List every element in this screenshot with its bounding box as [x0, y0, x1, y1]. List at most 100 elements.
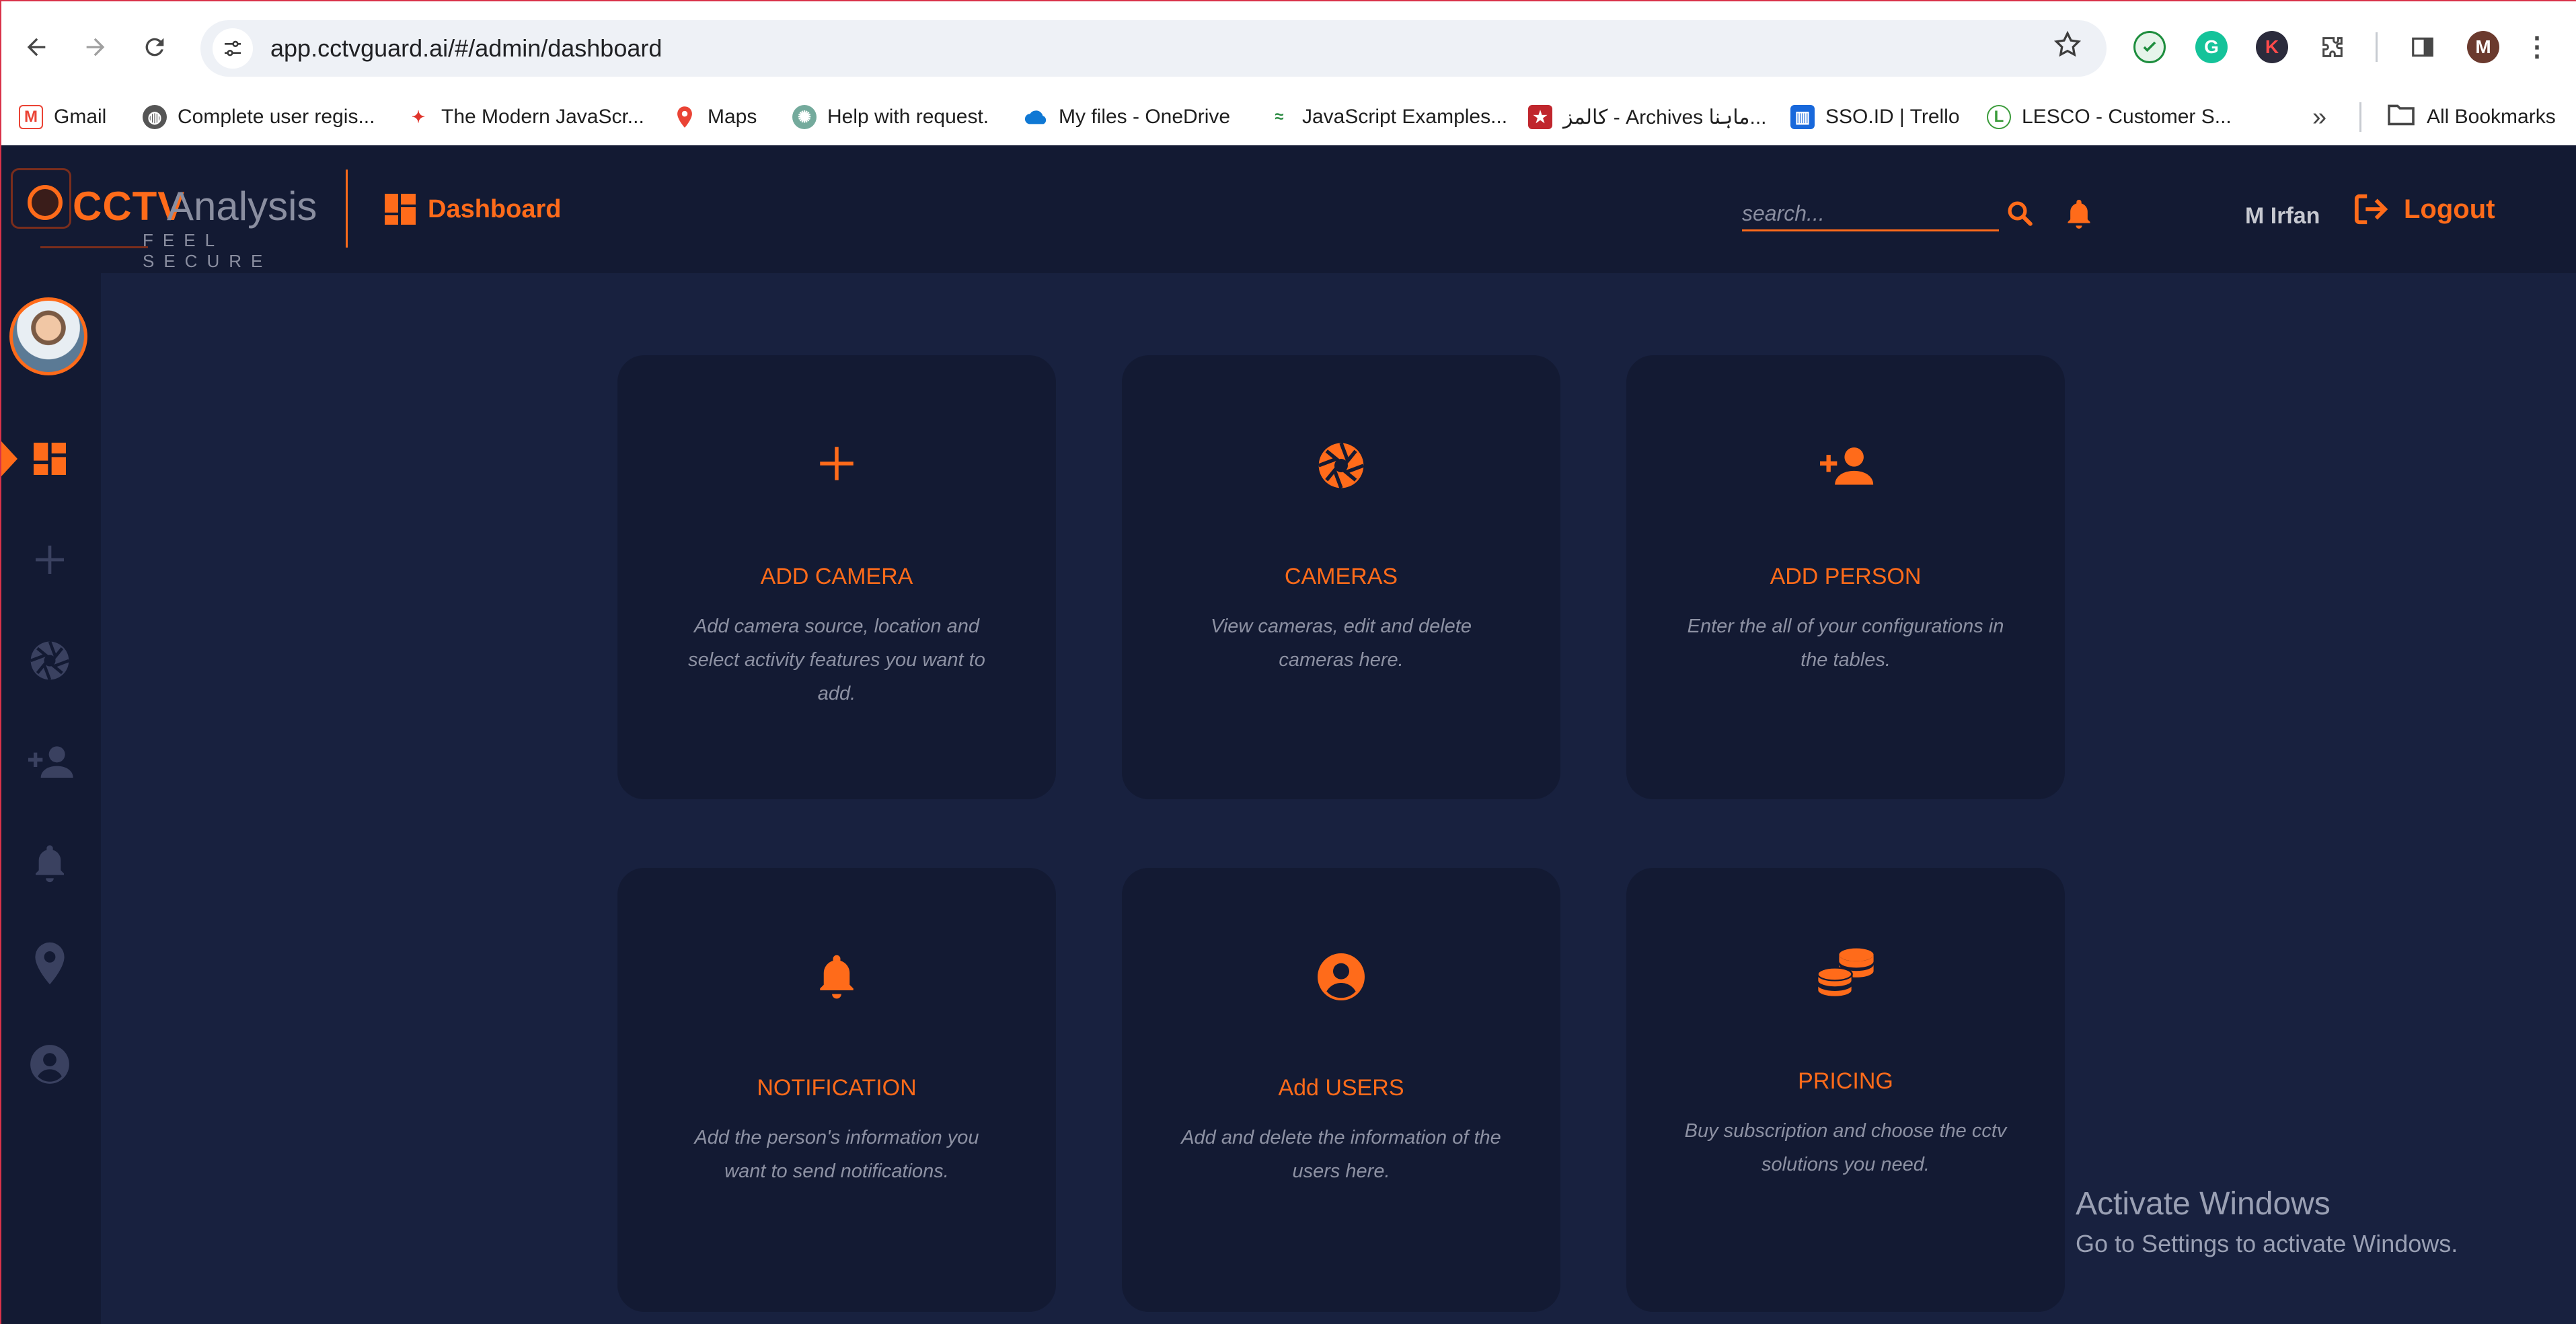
map-pin-icon — [35, 942, 65, 985]
card-notification[interactable]: NOTIFICATION Add the person's informatio… — [617, 868, 1056, 1312]
sidebar-item-notifications[interactable] — [17, 830, 82, 895]
toolbar-separator — [2376, 32, 2378, 62]
header-dashboard-link[interactable]: Dashboard — [385, 194, 561, 225]
chatgpt-icon: ✺ — [792, 105, 817, 129]
bookmark-label: SSO.ID | Trello — [1825, 106, 1960, 128]
card-description: Buy subscription and choose the cctv sol… — [1684, 1120, 2007, 1175]
browser-toolbar: app.cctvguard.ai/#/admin/dashboard G K M… — [1, 1, 2576, 96]
gmail-icon: M — [19, 105, 43, 129]
card-title: PRICING — [1798, 1068, 1893, 1094]
gfg-icon: ≈ — [1267, 105, 1291, 129]
card-description: Add and delete the information of the us… — [1181, 1127, 1501, 1182]
url-text: app.cctvguard.ai/#/admin/dashboard — [270, 34, 662, 62]
profile-avatar[interactable]: M — [2467, 31, 2499, 63]
extension-k-icon[interactable]: K — [2256, 31, 2288, 63]
onedrive-icon — [1024, 105, 1048, 129]
card-add-person[interactable]: ADD PERSON Enter the all of your configu… — [1626, 355, 2065, 799]
coins-icon — [1626, 943, 2065, 1005]
menu-kebab-icon[interactable]: ⋮ — [2521, 31, 2553, 63]
bookmark-label: Gmail — [54, 106, 107, 128]
site-settings-icon[interactable] — [213, 28, 253, 69]
aperture-icon — [1122, 439, 1560, 492]
globe-icon: ◍ — [143, 105, 167, 129]
bookmark-complete-user[interactable]: ◍ Complete user regis... — [143, 97, 375, 137]
user-avatar[interactable] — [9, 297, 87, 375]
logout-icon — [2354, 194, 2388, 225]
header-divider — [346, 170, 348, 248]
back-button[interactable] — [15, 26, 58, 69]
bookmark-trello[interactable]: ▥ SSO.ID | Trello — [1790, 97, 1960, 137]
forward-button[interactable] — [74, 26, 117, 69]
side-panel-icon[interactable] — [2407, 31, 2439, 63]
all-bookmarks-label: All Bookmarks — [2427, 106, 2556, 128]
search-icon[interactable] — [2003, 196, 2037, 230]
arrow-right-icon — [86, 38, 105, 57]
cctv-analysis-logo[interactable]: CCTV Analysis FEEL SECURE — [11, 163, 361, 271]
trello-icon: ▥ — [1790, 105, 1815, 129]
bookmarks-bar: M Gmail ◍ Complete user regis... ✦ The M… — [1, 89, 2576, 145]
card-title: CAMERAS — [1284, 564, 1398, 589]
js-icon: ✦ — [406, 105, 430, 129]
card-description: View cameras, edit and delete cameras he… — [1211, 616, 1472, 671]
sidebar-item-add-person[interactable] — [17, 729, 82, 794]
folder-icon — [2386, 102, 2416, 132]
person-add-icon — [28, 746, 73, 778]
bookmark-star-icon[interactable] — [2053, 30, 2082, 67]
app-header: CCTV Analysis FEEL SECURE Dashboard M Ir… — [1, 145, 2576, 273]
bookmark-modern-js[interactable]: ✦ The Modern JavaScr... — [406, 97, 644, 137]
plus-icon — [36, 546, 64, 574]
sidebar-item-users[interactable] — [17, 1032, 82, 1097]
notifications-bell-icon[interactable] — [2062, 196, 2096, 230]
lesco-icon: L — [1987, 105, 2011, 129]
address-bar[interactable]: app.cctvguard.ai/#/admin/dashboard — [200, 20, 2107, 77]
card-add-camera[interactable]: ADD CAMERA Add camera source, location a… — [617, 355, 1056, 799]
bookmark-label: کالمز - Archives ماہنا... — [1563, 106, 1767, 128]
card-title: NOTIFICATION — [757, 1075, 917, 1101]
sidebar-item-add-camera[interactable] — [17, 527, 82, 592]
page-title: Dashboard — [428, 194, 562, 223]
card-description: Add the person's information you want to… — [694, 1127, 979, 1182]
card-cameras[interactable]: CAMERAS View cameras, edit and delete ca… — [1122, 355, 1560, 799]
account-circle-icon — [1122, 950, 1560, 1004]
bookmark-help-request[interactable]: ✺ Help with request. — [792, 97, 989, 137]
bookmark-gmail[interactable]: M Gmail — [19, 97, 106, 137]
bookmarks-separator — [2359, 102, 2361, 132]
bookmark-label: JavaScript Examples... — [1302, 106, 1508, 128]
bookmark-onedrive[interactable]: My files - OneDrive — [1024, 97, 1230, 137]
search-input[interactable] — [1742, 198, 1999, 231]
reload-button[interactable] — [133, 26, 176, 69]
all-bookmarks-folder[interactable]: All Bookmarks — [2386, 97, 2556, 137]
active-indicator — [1, 441, 17, 476]
card-add-users[interactable]: Add USERS Add and delete the information… — [1122, 868, 1560, 1312]
card-title: Add USERS — [1278, 1075, 1404, 1101]
bookmark-lesco[interactable]: L LESCO - Customer S... — [1987, 97, 2232, 137]
bookmark-archives[interactable]: ★ کالمز - Archives ماہنا... — [1528, 97, 1767, 137]
site-icon: ★ — [1528, 105, 1552, 129]
grammarly-icon[interactable]: G — [2195, 31, 2228, 63]
card-title: ADD CAMERA — [760, 564, 913, 589]
sidebar-item-dashboard[interactable] — [17, 427, 82, 491]
main-content: ADD CAMERA Add camera source, location a… — [101, 273, 2576, 1324]
dashboard-icon — [385, 194, 416, 225]
extensions-puzzle-icon[interactable] — [2316, 31, 2349, 63]
person-add-icon — [1626, 440, 2065, 491]
logo-analysis-text: Analysis — [167, 184, 317, 229]
sidebar-item-cameras[interactable] — [17, 628, 82, 693]
card-title: ADD PERSON — [1770, 564, 1922, 589]
reload-icon — [145, 38, 164, 57]
card-description: Add camera source, location and select a… — [688, 616, 985, 704]
extension-check-icon[interactable] — [2133, 31, 2166, 63]
card-description: Enter the all of your configurations in … — [1687, 616, 2004, 671]
bookmark-maps[interactable]: Maps — [673, 97, 757, 137]
account-circle-icon — [30, 1045, 69, 1084]
maps-icon — [673, 105, 697, 129]
sidebar-item-location[interactable] — [17, 931, 82, 996]
logout-button[interactable]: Logout — [2353, 192, 2495, 226]
activate-windows-subtitle: Go to Settings to activate Windows. — [2076, 1230, 2458, 1257]
bookmarks-overflow-icon[interactable]: » — [2312, 97, 2326, 137]
activate-windows-title: Activate Windows — [2076, 1186, 2331, 1222]
card-pricing[interactable]: PRICING Buy subscription and choose the … — [1626, 868, 2065, 1312]
bookmark-js-examples[interactable]: ≈ JavaScript Examples... — [1267, 97, 1507, 137]
bookmark-label: My files - OneDrive — [1059, 106, 1231, 128]
bookmark-label: Maps — [708, 106, 757, 128]
